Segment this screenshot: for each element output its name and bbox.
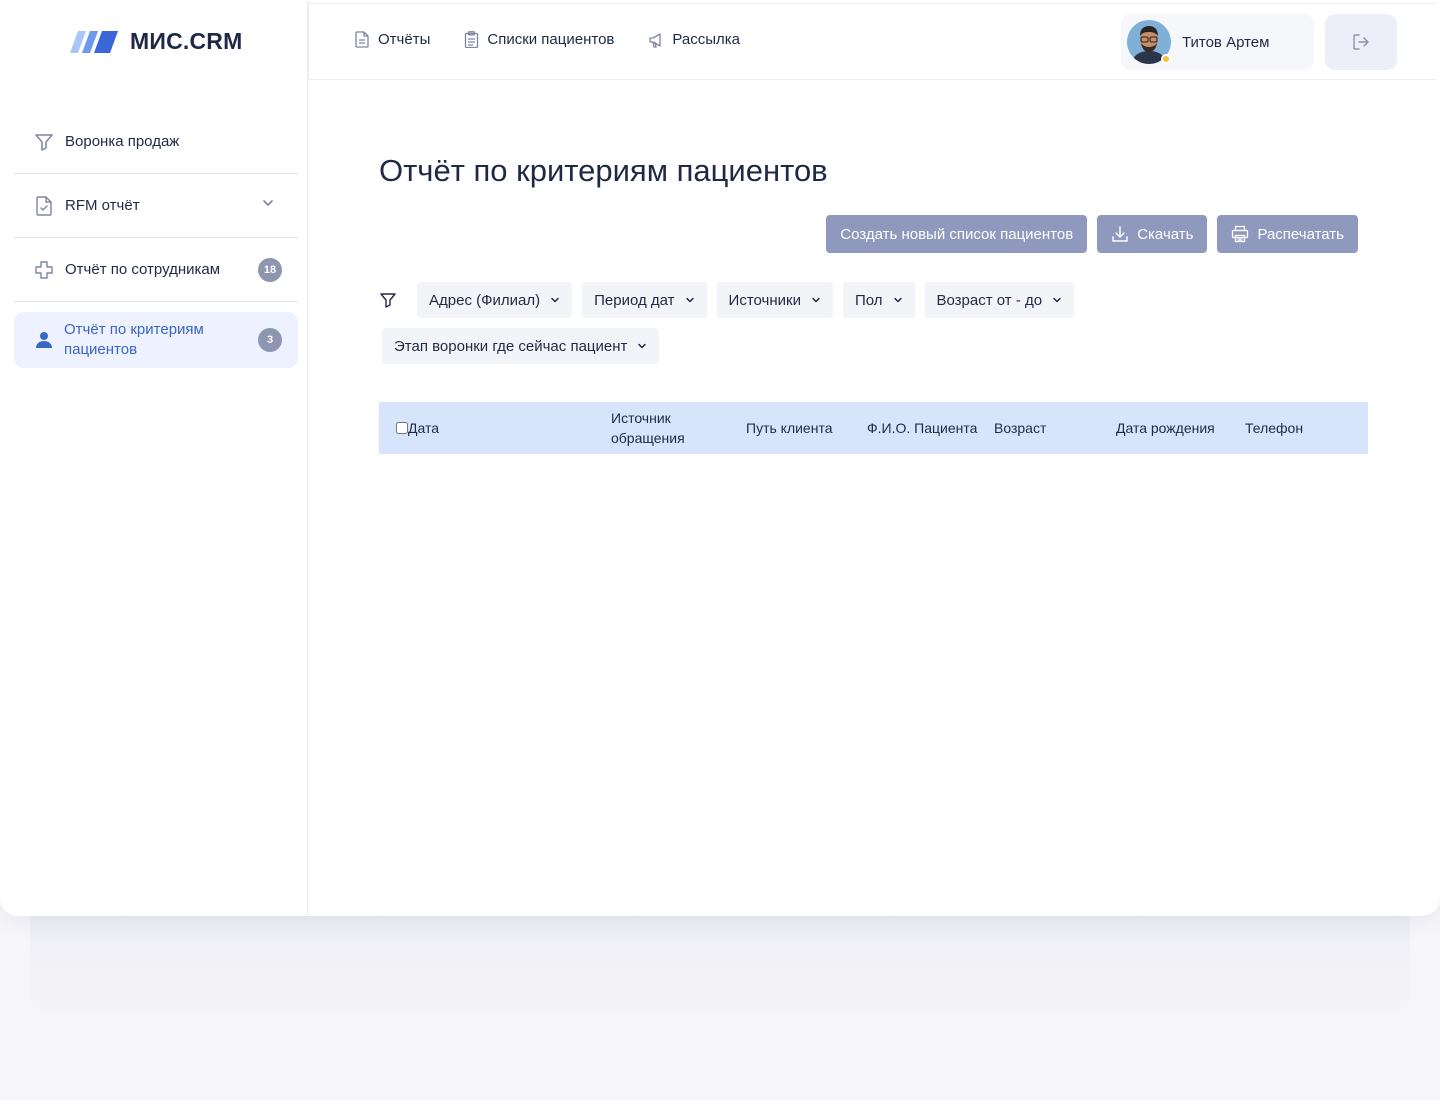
filter-funnel-stage[interactable]: Этап воронки где сейчас пациент	[382, 328, 660, 364]
filter-gender[interactable]: Пол	[842, 282, 915, 318]
chevron-down-icon	[1053, 297, 1061, 303]
column-label: Путь клиента	[746, 420, 833, 436]
chevron-down-icon	[551, 297, 559, 303]
topbar: Отчёты Списки пациентов Рассылка Титов А…	[308, 3, 1436, 80]
printer-icon	[1232, 225, 1249, 243]
funnel-icon	[34, 132, 54, 152]
column-label: Возраст	[994, 420, 1047, 436]
column-label: Дата рождения	[1116, 420, 1215, 436]
user-icon	[34, 330, 54, 350]
filter-label: Адрес (Филиал)	[429, 291, 541, 309]
select-all-checkbox[interactable]	[396, 422, 408, 434]
medical-cross-icon	[34, 260, 54, 280]
column-header-client-path[interactable]: Путь клиента	[746, 402, 833, 454]
megaphone-icon	[649, 32, 662, 48]
user-profile[interactable]: Титов Артем	[1121, 14, 1314, 70]
sidebar-item-label: Отчёт по сотрудникам	[65, 261, 221, 278]
sidebar-item-staff-report[interactable]: Отчёт по сотрудникам 18	[14, 238, 298, 302]
filter-label: Пол	[854, 291, 883, 309]
logo-mark-icon	[70, 30, 118, 53]
column-label: Ф.И.О. Пациента	[867, 420, 978, 436]
top-nav-label: Отчёты	[378, 31, 431, 48]
brand-name: МИС.CRM	[130, 28, 243, 54]
sidebar-item-sales-funnel[interactable]: Воронка продаж	[14, 110, 298, 174]
filter-row: Адрес (Филиал) Период дат Источники Пол …	[379, 282, 1369, 318]
filter-icon	[380, 293, 396, 308]
column-header-patient-name[interactable]: Ф.И.О. Пациента	[867, 402, 977, 454]
button-label: Создать новый список пациентов	[840, 225, 1074, 243]
sidebar: МИС.CRM Воронка продаж RFM отчёт Отчёт п…	[0, 0, 308, 916]
report-card: Отчёт по критериям пациентов Создать нов…	[336, 121, 1409, 892]
filter-label: Период дат	[594, 291, 675, 309]
download-icon	[1112, 226, 1128, 242]
column-header-date[interactable]: Дата	[396, 402, 439, 454]
top-nav-patient-lists[interactable]: Списки пациентов	[464, 31, 614, 48]
filter-label: Возраст от - до	[936, 291, 1043, 309]
top-nav-label: Рассылка	[672, 31, 741, 48]
column-header-phone[interactable]: Телефон	[1245, 402, 1303, 454]
filters-bar: Адрес (Филиал) Период дат Источники Пол …	[379, 282, 1369, 364]
document-check-icon	[34, 195, 54, 216]
user-name: Титов Артем	[1182, 33, 1270, 51]
page-title: Отчёт по критериям пациентов	[379, 153, 828, 188]
table-header: Дата Источник обращения Путь клиента Ф.И…	[379, 402, 1368, 454]
sidebar-nav: Воронка продаж RFM отчёт Отчёт по сотруд…	[14, 110, 298, 368]
chevron-down-icon	[638, 343, 647, 349]
download-button[interactable]: Скачать	[1097, 215, 1208, 253]
document-icon	[355, 31, 369, 48]
column-label: Дата	[408, 420, 440, 436]
top-nav: Отчёты Списки пациентов Рассылка	[355, 31, 740, 48]
filter-sources[interactable]: Источники	[716, 282, 833, 318]
column-header-birth-date[interactable]: Дата рождения	[1116, 402, 1215, 454]
action-buttons: Создать новый список пациентов Скачать Р…	[826, 215, 1358, 253]
clipboard-icon	[465, 31, 479, 48]
column-header-source[interactable]: Источник обращения	[611, 402, 721, 454]
app-window: МИС.CRM Воронка продаж RFM отчёт Отчёт п…	[0, 0, 1440, 916]
filter-row: Этап воронки где сейчас пациент	[382, 328, 1369, 364]
count-badge: 18	[258, 258, 282, 282]
chevron-down-icon	[812, 297, 820, 303]
column-label: Источник обращения	[611, 410, 685, 446]
sidebar-item-label: Отчёт по критериям пациентов	[64, 321, 204, 358]
button-label: Скачать	[1137, 225, 1194, 243]
online-status-dot	[1161, 54, 1171, 64]
top-nav-reports[interactable]: Отчёты	[355, 31, 430, 48]
app-shadow	[30, 916, 1410, 1013]
button-label: Распечатать	[1257, 225, 1344, 243]
sidebar-item-rfm-report[interactable]: RFM отчёт	[14, 174, 298, 238]
sidebar-item-label: Воронка продаж	[65, 133, 180, 150]
logo[interactable]: МИС.CRM	[70, 28, 242, 55]
count-badge: 3	[258, 328, 282, 352]
avatar	[1127, 20, 1171, 64]
logout-icon	[1353, 34, 1369, 50]
chevron-down-icon	[685, 297, 694, 303]
sidebar-item-label: RFM отчёт	[65, 197, 140, 214]
filter-label: Этап воронки где сейчас пациент	[394, 337, 628, 355]
filter-label: Источники	[728, 291, 801, 309]
column-header-age[interactable]: Возраст	[994, 402, 1046, 454]
print-button[interactable]: Распечатать	[1217, 215, 1358, 253]
filter-age-range[interactable]: Возраст от - до	[924, 282, 1075, 318]
create-patient-list-button[interactable]: Создать новый список пациентов	[826, 215, 1088, 253]
sidebar-item-patient-criteria-report[interactable]: Отчёт по критериям пациентов 3	[14, 312, 298, 368]
page-background	[0, 1013, 1440, 1100]
chevron-down-icon	[893, 297, 902, 303]
filter-date-period[interactable]: Период дат	[582, 282, 707, 318]
chevron-down-icon[interactable]	[262, 196, 274, 214]
logout-button[interactable]	[1325, 14, 1397, 70]
top-nav-label: Списки пациентов	[487, 31, 615, 48]
column-label: Телефон	[1245, 420, 1304, 436]
top-nav-mailing[interactable]: Рассылка	[648, 31, 740, 48]
filter-branch-address[interactable]: Адрес (Филиал)	[417, 282, 573, 318]
